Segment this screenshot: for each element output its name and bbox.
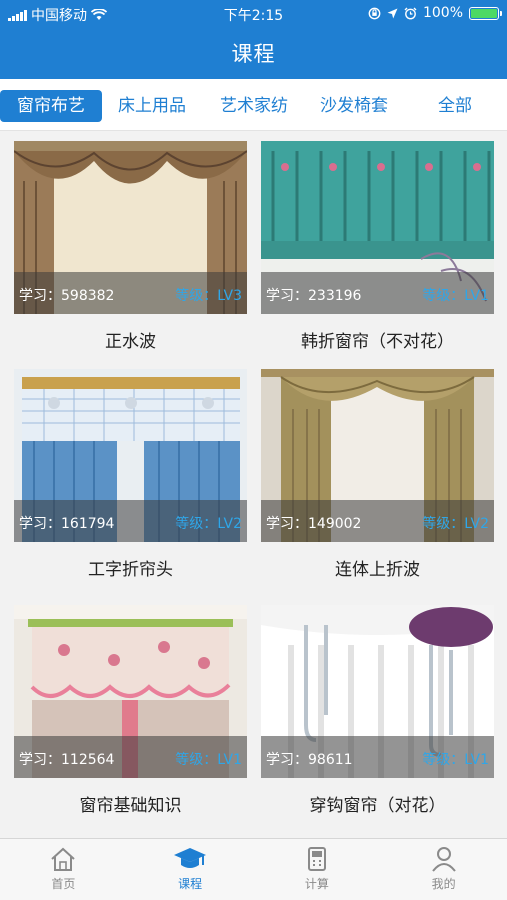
category-tabs: 窗帘布艺 床上用品 艺术家纺 沙发椅套 全部 <box>0 79 507 131</box>
course-title[interactable]: 连体上折波 <box>261 555 494 580</box>
learn-count: 学习：233196 <box>266 288 362 304</box>
tabbar-label: 计算 <box>304 877 329 891</box>
tabbar-label: 首页 <box>51 877 76 891</box>
learn-count: 学习：112564 <box>19 752 115 768</box>
location-icon <box>387 8 398 18</box>
page-title: 课程 <box>231 42 276 66</box>
level-label: 等级：LV1 <box>422 752 489 768</box>
tabbar-calculate[interactable]: 计算 <box>254 839 381 900</box>
tabbar-mine[interactable]: 我的 <box>380 839 507 900</box>
course-stats-overlay: 学习：98611 等级：LV1 <box>261 736 494 778</box>
learn-count: 学习：161794 <box>19 516 115 532</box>
course-thumbnail[interactable]: 学习：161794 等级：LV2 <box>14 369 247 542</box>
tabbar-courses[interactable]: 课程 <box>127 839 254 900</box>
tab-sofa-covers[interactable]: 沙发椅套 <box>308 90 400 122</box>
tabbar-label: 我的 <box>431 877 456 891</box>
graduation-cap-icon <box>174 848 207 868</box>
course-title[interactable]: 韩折窗帘（不对花） <box>261 327 494 352</box>
course-title[interactable]: 工字折帘头 <box>14 555 247 580</box>
course-stats-overlay: 学习：161794 等级：LV2 <box>14 500 247 542</box>
course-stats-overlay: 学习：112564 等级：LV1 <box>14 736 247 778</box>
course-title[interactable]: 穿钩窗帘（对花） <box>261 791 494 816</box>
course-stats-overlay: 学习：598382 等级：LV3 <box>14 272 247 314</box>
tab-art-textiles[interactable]: 艺术家纺 <box>208 90 300 122</box>
course-card[interactable]: 学习：98611 等级：LV1 穿钩窗帘（对花） <box>261 605 494 816</box>
course-stats-overlay: 学习：233196 等级：LV1 <box>261 272 494 314</box>
learn-count: 学习：98611 <box>266 752 353 768</box>
course-thumbnail[interactable]: 学习：112564 等级：LV1 <box>14 605 247 778</box>
tab-curtain-fabric[interactable]: 窗帘布艺 <box>0 90 102 122</box>
course-card[interactable]: 学习：598382 等级：LV3 正水波 <box>14 141 247 352</box>
home-icon <box>51 847 76 871</box>
level-label: 等级：LV2 <box>175 516 242 532</box>
course-title[interactable]: 正水波 <box>14 327 247 352</box>
battery-icon <box>469 6 502 20</box>
course-card[interactable]: 学习：149002 等级：LV2 连体上折波 <box>261 369 494 580</box>
alarm-icon <box>404 7 417 19</box>
calculator-icon <box>307 847 326 871</box>
learn-count: 学习：149002 <box>266 516 362 532</box>
app-header: 中国移动 下午2:15 100% 课程 <box>0 0 507 79</box>
tab-all[interactable]: 全部 <box>425 90 485 122</box>
status-bar: 中国移动 下午2:15 100% <box>0 0 507 28</box>
course-card[interactable]: 学习：112564 等级：LV1 窗帘基础知识 <box>14 605 247 816</box>
rotation-lock-icon <box>368 7 381 19</box>
course-thumbnail[interactable]: 学习：598382 等级：LV3 <box>14 141 247 314</box>
level-label: 等级：LV3 <box>175 288 242 304</box>
course-thumbnail[interactable]: 学习：98611 等级：LV1 <box>261 605 494 778</box>
battery-percent: 100% <box>422 5 463 21</box>
level-label: 等级：LV2 <box>422 516 489 532</box>
tab-bedding[interactable]: 床上用品 <box>107 90 197 122</box>
course-thumbnail[interactable]: 学习：149002 等级：LV2 <box>261 369 494 542</box>
level-label: 等级：LV1 <box>175 752 242 768</box>
user-icon <box>431 847 456 872</box>
course-stats-overlay: 学习：149002 等级：LV2 <box>261 500 494 542</box>
course-grid: 学习：598382 等级：LV3 正水波 学习：233196 等级：LV1 韩折… <box>0 131 507 838</box>
learn-count: 学习：598382 <box>19 288 115 304</box>
course-thumbnail[interactable]: 学习：233196 等级：LV1 <box>261 141 494 314</box>
course-title[interactable]: 窗帘基础知识 <box>14 791 247 816</box>
tabbar-label: 课程 <box>178 877 203 891</box>
course-card[interactable]: 学习：161794 等级：LV2 工字折帘头 <box>14 369 247 580</box>
course-card[interactable]: 学习：233196 等级：LV1 韩折窗帘（不对花） <box>261 141 494 352</box>
level-label: 等级：LV1 <box>422 288 489 304</box>
bottom-tab-bar: 首页 课程 计算 我的 <box>0 838 507 900</box>
tabbar-home[interactable]: 首页 <box>0 839 127 900</box>
